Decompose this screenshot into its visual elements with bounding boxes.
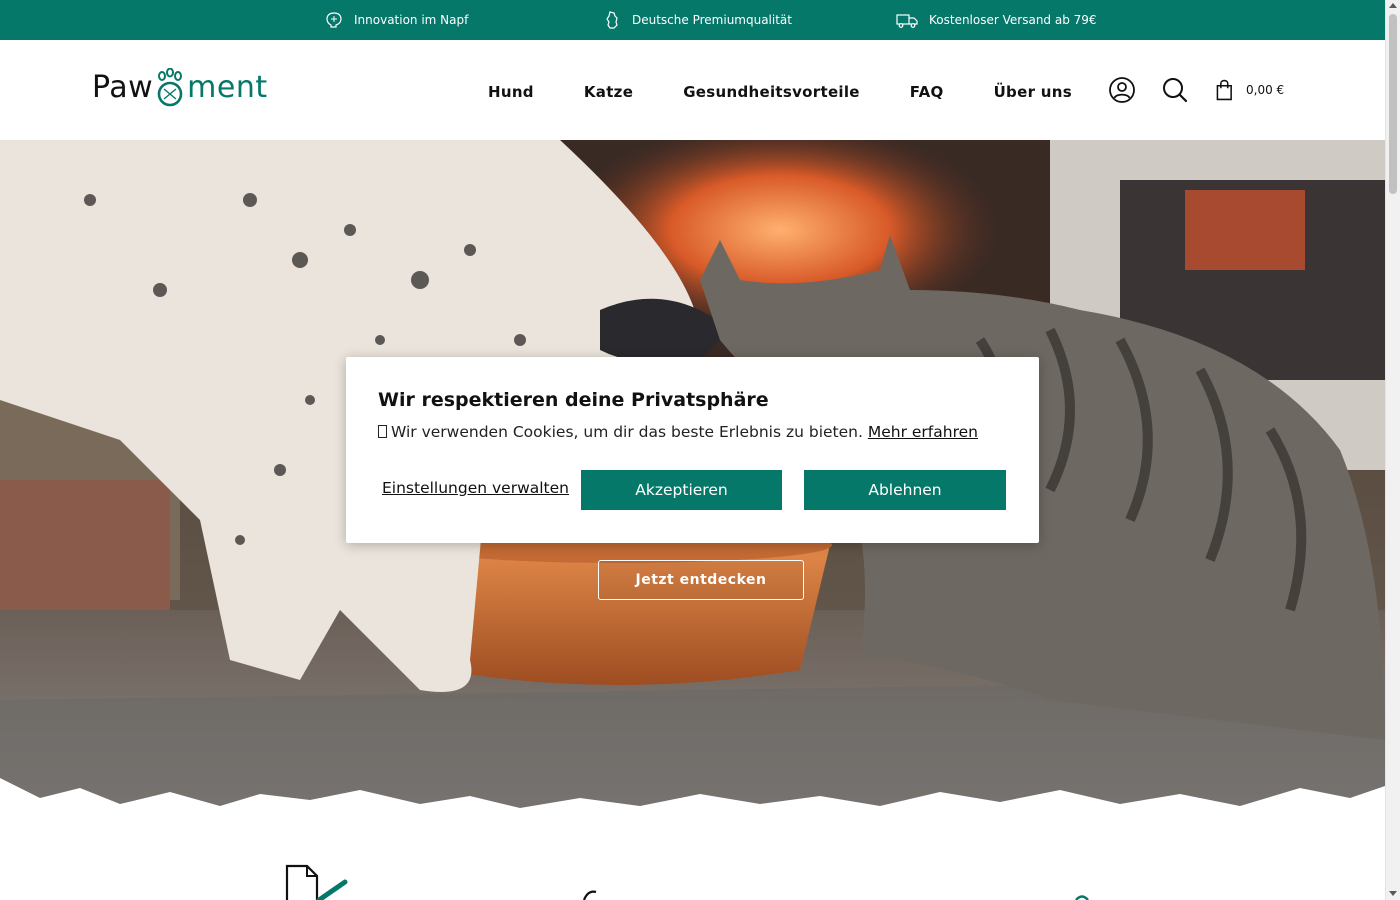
manage-settings-link[interactable]: Einstellungen verwalten [382,479,569,497]
cart-icon[interactable] [1214,76,1238,104]
announcement-item-shipping: Kostenloser Versand ab 79€ [895,0,1097,40]
learn-more-link[interactable]: Mehr erfahren [868,423,978,441]
decline-cookies-button[interactable]: Ablehnen [804,470,1006,510]
search-icon[interactable] [1161,76,1189,104]
document-icon [285,864,348,900]
discover-button[interactable]: Jetzt entdecken [598,560,804,600]
account-icon[interactable] [1108,76,1136,104]
nav-item-hund[interactable]: Hund [488,83,534,101]
nav-item-ueber-uns[interactable]: Über uns [994,83,1072,101]
accept-cookies-button[interactable]: Akzeptieren [581,470,782,510]
announcement-label: Kostenloser Versand ab 79€ [929,13,1097,27]
scroll-down-arrow-icon[interactable] [1389,891,1397,896]
germany-icon [606,11,618,29]
truck-icon [896,14,918,28]
cookie-dialog-message: Wir verwenden Cookies, um dir das beste … [391,423,863,441]
page-scrollbar[interactable] [1385,0,1400,900]
feature-icon [1075,895,1089,900]
wave-divider [0,778,1385,830]
header-icons: 0,00 € [1108,76,1284,104]
announcement-item-innovation: Innovation im Napf [324,0,468,40]
logo-text-paw: Paw [92,70,154,105]
cart-total[interactable]: 0,00 € [1246,83,1284,97]
cookie-icon [378,425,387,438]
nav-item-gesundheitsvorteile[interactable]: Gesundheitsvorteile [683,83,860,101]
nav-item-katze[interactable]: Katze [584,83,633,101]
logo[interactable]: Paw ment [92,67,268,108]
cookie-consent-dialog: Wir respektieren deine Privatsphäre Wir … [346,357,1039,543]
nav-item-faq[interactable]: FAQ [910,83,944,101]
announcement-label: Innovation im Napf [354,13,469,27]
scroll-up-arrow-icon[interactable] [1389,3,1397,8]
announcement-bar: Innovation im Napf Deutsche Premiumquali… [0,0,1385,40]
logo-text-ment: ment [187,70,268,105]
main-nav: Hund Katze Gesundheitsvorteile FAQ Über … [488,80,1072,104]
announcement-label: Deutsche Premiumqualität [632,13,792,27]
paw-logo-icon [153,67,187,108]
site-header: Paw ment Hund Katze Gesundheitsvorteile … [0,40,1385,140]
announcement-item-quality: Deutsche Premiumqualität [602,0,792,40]
cookie-dialog-text: Wir verwenden Cookies, um dir das beste … [378,423,978,441]
brain-icon [326,12,342,28]
scrollbar-thumb[interactable] [1389,14,1397,194]
feature-icon [582,890,597,900]
cookie-dialog-title: Wir respektieren deine Privatsphäre [378,389,769,411]
